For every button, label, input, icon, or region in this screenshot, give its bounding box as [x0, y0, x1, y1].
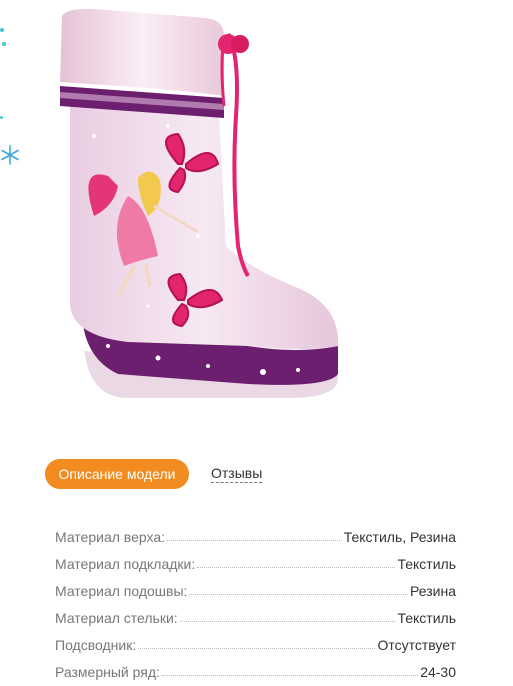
spec-row-upper-material: Материал верха: Текстиль, Резина [55, 518, 456, 545]
spec-label: Размерный ряд: [55, 664, 160, 680]
spec-label: Подсводник: [55, 637, 137, 653]
spec-value: 24-30 [420, 664, 456, 680]
spec-leader-dots [179, 621, 396, 622]
spec-value: Текстиль [397, 610, 456, 626]
spec-row-sole-material: Материал подошвы: Резина [55, 572, 456, 599]
spec-value: Текстиль, Резина [343, 529, 456, 545]
spec-row-size-range: Размерный ряд: 24-30 [55, 653, 456, 680]
tab-reviews[interactable]: Отзывы [211, 465, 263, 483]
spec-leader-dots [197, 567, 396, 568]
spec-label: Материал подкладки: [55, 556, 196, 572]
spec-value: Текстиль [397, 556, 456, 572]
spec-label: Материал подошвы: [55, 583, 188, 599]
decor-dot [2, 42, 6, 46]
spec-row-lining-material: Материал подкладки: Текстиль [55, 545, 456, 572]
spec-leader-dots [189, 594, 409, 595]
snowflake-icon [1, 145, 19, 165]
spec-value: Резина [410, 583, 456, 599]
spec-value: Отсутствует [377, 637, 456, 653]
specs-list: Материал верха: Текстиль, Резина Материа… [55, 518, 456, 680]
decor-dot [0, 28, 4, 32]
spec-label: Материал стельки: [55, 610, 178, 626]
product-image [60, 8, 339, 398]
decor-dot [0, 116, 3, 119]
spec-label: Материал верха: [55, 529, 166, 545]
tab-description[interactable]: Описание модели [45, 459, 189, 489]
description-tabs: Описание модели Отзывы [45, 459, 345, 489]
spec-leader-dots [138, 648, 376, 649]
spec-leader-dots [161, 675, 419, 676]
spec-leader-dots [167, 540, 342, 541]
spec-row-insole-material: Материал стельки: Текстиль [55, 599, 456, 626]
spec-row-arch-support: Подсводник: Отсутствует [55, 626, 456, 653]
